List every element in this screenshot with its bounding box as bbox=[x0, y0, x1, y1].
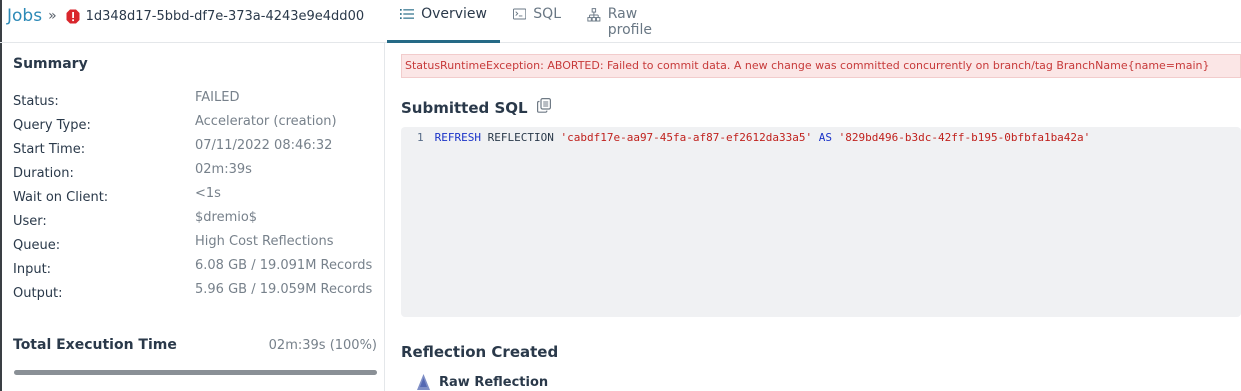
sql-keyword: AS bbox=[818, 131, 833, 144]
submitted-sql-title: Submitted SQL bbox=[401, 98, 528, 117]
submitted-sql-header: Submitted SQL bbox=[401, 98, 551, 117]
summary-value: 07/11/2022 08:46:32 bbox=[195, 138, 333, 153]
total-execution-time: Total Execution Time 02m:39s (100%) bbox=[13, 337, 377, 353]
summary-title: Summary bbox=[13, 56, 88, 72]
tab-raw-profile-label: Raw profile bbox=[607, 6, 652, 38]
raw-reflection-icon bbox=[417, 374, 430, 390]
sql-string: 'cabdf17e-aa97-45fa-af87-ef2612da33a5' bbox=[560, 131, 813, 144]
sql-code-editor[interactable]: 1 REFRESH REFLECTION 'cabdf17e-aa97-45fa-… bbox=[401, 127, 1241, 317]
summary-label: User: bbox=[13, 214, 47, 229]
terminal-icon bbox=[513, 8, 527, 20]
summary-row-queue: Queue: High Cost Reflections bbox=[13, 234, 378, 258]
summary-label: Status: bbox=[13, 94, 59, 109]
summary-value: <1s bbox=[195, 186, 221, 201]
reflection-item[interactable]: Raw Reflection bbox=[415, 373, 548, 391]
error-banner: StatusRuntimeException: ABORTED: Failed … bbox=[401, 54, 1241, 78]
line-number: 1 bbox=[417, 131, 424, 144]
summary-row-status: Status: FAILED bbox=[13, 90, 378, 114]
summary-label: Duration: bbox=[13, 166, 74, 181]
summary-rows: Status: FAILED Query Type: Accelerator (cr… bbox=[13, 90, 378, 306]
tab-overview-label: Overview bbox=[421, 6, 487, 22]
raw-reflection-label: Raw Reflection bbox=[439, 374, 549, 390]
summary-row-output: Output: 5.96 GB / 19.059M Records bbox=[13, 282, 378, 306]
execution-progress-fill bbox=[14, 370, 377, 375]
tab-sql[interactable]: SQL bbox=[500, 0, 574, 43]
summary-value: 02m:39s bbox=[195, 162, 252, 177]
summary-label: Wait on Client: bbox=[13, 190, 109, 205]
summary-row-query-type: Query Type: Accelerator (creation) bbox=[13, 114, 378, 138]
summary-label: Input: bbox=[13, 262, 52, 277]
tab-overview[interactable]: Overview bbox=[387, 0, 500, 43]
top-bar: Jobs » 1d348d17-5bbd-df7e-373a-4243e9e4d… bbox=[0, 0, 1241, 43]
summary-label: Query Type: bbox=[13, 118, 91, 133]
reflection-created-title: Reflection Created bbox=[401, 343, 559, 361]
summary-value: Accelerator (creation) bbox=[195, 114, 337, 129]
sql-word: REFLECTION bbox=[487, 131, 554, 144]
job-id: 1d348d17-5bbd-df7e-373a-4243e9e4dd00 bbox=[85, 8, 365, 24]
summary-row-start-time: Start Time: 07/11/2022 08:46:32 bbox=[13, 138, 378, 162]
summary-label: Start Time: bbox=[13, 142, 86, 157]
total-execution-time-label: Total Execution Time bbox=[13, 337, 177, 353]
tab-bar: Overview SQL Raw profile bbox=[387, 0, 688, 43]
summary-label: Queue: bbox=[13, 238, 61, 253]
execution-progress-bar bbox=[14, 370, 377, 375]
sql-keyword: REFRESH bbox=[434, 131, 481, 144]
total-execution-time-value: 02m:39s (100%) bbox=[268, 337, 377, 353]
summary-panel: Summary Status: FAILED Query Type: Acceler… bbox=[2, 43, 385, 391]
summary-value: 6.08 GB / 19.091M Records bbox=[195, 258, 373, 273]
sql-code-line: 1 REFRESH REFLECTION 'cabdf17e-aa97-45fa-… bbox=[417, 131, 1090, 144]
summary-value: 5.96 GB / 19.059M Records bbox=[195, 282, 373, 297]
summary-value: High Cost Reflections bbox=[195, 234, 334, 249]
summary-row-duration: Duration: 02m:39s bbox=[13, 162, 378, 186]
breadcrumb-jobs-link[interactable]: Jobs bbox=[7, 6, 42, 26]
tab-sql-label: SQL bbox=[533, 6, 561, 22]
summary-label: Output: bbox=[13, 286, 63, 301]
copy-icon[interactable] bbox=[536, 98, 551, 117]
breadcrumb: Jobs » 1d348d17-5bbd-df7e-373a-4243e9e4d… bbox=[7, 5, 364, 27]
sql-string: '829bd496-b3dc-42ff-b195-0bfbfa1ba42a' bbox=[838, 131, 1091, 144]
breadcrumb-separator: » bbox=[48, 8, 57, 24]
error-octagon-icon bbox=[66, 9, 80, 24]
summary-value: $dremio$ bbox=[195, 210, 258, 225]
summary-value: FAILED bbox=[195, 90, 240, 105]
tree-icon bbox=[587, 8, 601, 22]
summary-row-input: Input: 6.08 GB / 19.091M Records bbox=[13, 258, 378, 282]
tab-raw-profile[interactable]: Raw profile bbox=[574, 0, 688, 43]
summary-row-user: User: $dremio$ bbox=[13, 210, 378, 234]
summary-row-wait-on-client: Wait on Client: <1s bbox=[13, 186, 378, 210]
list-icon bbox=[400, 9, 415, 19]
